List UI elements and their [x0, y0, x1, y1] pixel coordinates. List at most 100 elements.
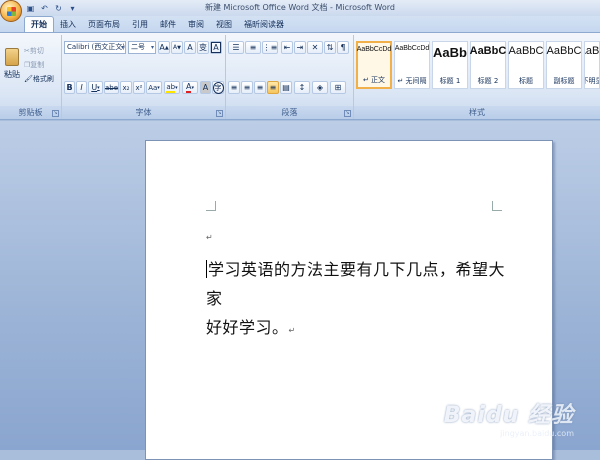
font-name-select[interactable]: Calibri (西文正文) ▾ [64, 41, 126, 54]
watermark-url: jingyan.baidu.com [500, 429, 574, 438]
style-heading-2[interactable]: AaBbC 标题 2 [470, 41, 506, 89]
borders-icon: ⊞ [334, 83, 342, 92]
bullets-button[interactable]: ☰ [228, 41, 244, 54]
paragraph-group: ☰ ≡ ⋮≡ ⇤ ⇥ ✕ ⇅ ¶ ≡ ≡ ≡ ≡ ▤ ↕ ◈ ⊞ 段落 ↘ [226, 35, 354, 119]
styles-group-label: 样式 [354, 106, 600, 119]
character-shading-button[interactable]: A [200, 81, 211, 94]
style-subtle[interactable]: AaBb 不明显 [583, 41, 600, 89]
show-marks-button[interactable]: ¶ [337, 41, 349, 54]
clipboard-dialog-launcher-icon[interactable]: ↘ [52, 110, 59, 117]
style-title[interactable]: AaBbC 标题 [507, 41, 544, 89]
paint-bucket-icon: ◈ [316, 83, 324, 92]
line-text: 好好学习。 [206, 318, 289, 337]
enclose-characters-button[interactable]: 字 [212, 81, 224, 94]
clear-format-icon: A [187, 43, 193, 52]
style-sample: AaBbC [469, 45, 507, 57]
clipboard-icon [5, 48, 19, 66]
cut-label: 剪切 [29, 46, 44, 55]
window-title: 新建 Microsoft Office Word 文档 - Microsoft … [205, 3, 395, 12]
shading-button[interactable]: ◈ [312, 81, 328, 94]
line-spacing-button[interactable]: ↕ [294, 81, 310, 94]
clear-format-button[interactable]: A [184, 41, 196, 54]
phonetic-guide-icon: 变 [199, 43, 207, 52]
style-gallery: AaBbCcDd ↵ 正文 AaBbCcDd ↵ 无间隔 AaBb 标题 1 AaBb… [356, 41, 600, 97]
copy-button[interactable]: ❐ 复制 [24, 59, 60, 70]
distributed-button[interactable]: ▤ [280, 81, 292, 94]
highlight-button[interactable]: ab ▾ [164, 81, 180, 94]
superscript-icon: x² [135, 83, 143, 92]
style-name: 标题 2 [477, 77, 499, 85]
sort-button[interactable]: ⇅ [324, 41, 336, 54]
brush-icon: 🖌 [24, 74, 33, 83]
justify-button[interactable]: ≡ [267, 81, 279, 94]
strikethrough-button[interactable]: abe [104, 81, 119, 94]
align-right-button[interactable]: ≡ [254, 81, 266, 94]
format-painter-button[interactable]: 🖌 格式刷 [24, 73, 60, 84]
numbering-button[interactable]: ≡ [245, 41, 261, 54]
subscript-button[interactable]: x₂ [120, 81, 132, 94]
enclose-characters-icon: 字 [212, 81, 224, 94]
style-name: 副标题 [553, 77, 575, 85]
ribbon: 粘贴 ✂ 剪切 ❐ 复制 🖌 格式刷 剪贴板 ↘ Calibri (西文正文) ▾ 二号… [0, 32, 600, 120]
cut-button[interactable]: ✂ 剪切 [24, 45, 60, 56]
font-group: Calibri (西文正文) ▾ 二号 ▾ A ▲ A ▼ A 变 A B I U ▾ a… [62, 35, 226, 119]
document-text[interactable]: 学习英语的方法主要有几下几点，希望大家 好好学习。↵ [206, 255, 506, 345]
tab-foxit-reader[interactable]: 福昕阅读器 [238, 18, 290, 32]
office-logo-icon [6, 6, 16, 16]
font-dialog-launcher-icon[interactable]: ↘ [216, 110, 223, 117]
bullet-list-icon: ☰ [232, 43, 240, 52]
align-center-button[interactable]: ≡ [241, 81, 253, 94]
distributed-icon: ▤ [282, 83, 290, 92]
italic-button[interactable]: I [76, 81, 87, 94]
chevron-down-icon: ▾ [150, 44, 154, 51]
phonetic-guide-button[interactable]: 变 [197, 41, 209, 54]
tab-page-layout[interactable]: 页面布局 [82, 18, 126, 32]
bold-button[interactable]: B [64, 81, 75, 94]
pilcrow-icon: ¶ [340, 43, 346, 52]
sort-icon: ⇅ [326, 43, 334, 52]
increase-indent-icon: ⇥ [296, 43, 304, 52]
highlighter-icon: ab [166, 82, 176, 93]
font-color-button[interactable]: A ▾ [182, 81, 198, 94]
font-size-select[interactable]: 二号 ▾ [128, 41, 156, 54]
decrease-indent-button[interactable]: ⇤ [281, 41, 293, 54]
office-button[interactable] [0, 0, 22, 22]
watermark-brand: Baidu 经验 [443, 403, 574, 428]
paste-button[interactable]: 粘贴 [3, 41, 21, 87]
style-name: ↵ 无间隔 [397, 77, 427, 85]
tab-references[interactable]: 引用 [126, 18, 154, 32]
style-name: 标题 [518, 77, 533, 85]
borders-button[interactable]: ⊞ [330, 81, 346, 94]
paragraph-dialog-launcher-icon[interactable]: ↘ [344, 110, 351, 117]
underline-button[interactable]: U ▾ [88, 81, 103, 94]
tab-view[interactable]: 视图 [210, 18, 238, 32]
superscript-button[interactable]: x² [133, 81, 145, 94]
format-painter-label: 格式刷 [32, 74, 54, 83]
tab-insert[interactable]: 插入 [54, 18, 82, 32]
style-sample: AaBb [585, 45, 600, 57]
style-subtitle[interactable]: AaBbC 副标题 [545, 41, 582, 89]
change-case-button[interactable]: Aa ▾ [146, 81, 162, 94]
paste-label: 粘贴 [4, 70, 20, 79]
align-left-icon: ≡ [230, 83, 238, 92]
change-case-icon: Aa [148, 83, 158, 92]
margin-corner-mark [492, 201, 502, 211]
tab-review[interactable]: 审阅 [182, 18, 210, 32]
style-normal[interactable]: AaBbCcDd ↵ 正文 [356, 41, 392, 89]
style-name: 标题 1 [439, 77, 461, 85]
multilevel-list-button[interactable]: ⋮≡ [262, 41, 278, 54]
grow-font-button[interactable]: A ▲ [158, 41, 170, 54]
character-border-button[interactable]: A [210, 41, 222, 54]
shrink-font-button[interactable]: A ▼ [171, 41, 183, 54]
align-left-button[interactable]: ≡ [228, 81, 240, 94]
style-no-spacing[interactable]: AaBbCcDd ↵ 无间隔 [394, 41, 430, 89]
paragraph-mark: ↵ [206, 233, 213, 242]
numbered-list-icon: ≡ [249, 43, 257, 52]
chinese-layout-button[interactable]: ✕ [307, 41, 323, 54]
tab-mailings[interactable]: 邮件 [154, 18, 182, 32]
watermark: Baidu 经验 jingyan.baidu.com [444, 397, 574, 438]
increase-indent-button[interactable]: ⇥ [294, 41, 306, 54]
strikethrough-icon: abe [104, 83, 119, 92]
tab-home[interactable]: 开始 [24, 16, 54, 32]
style-heading-1[interactable]: AaBb 标题 1 [432, 41, 468, 89]
